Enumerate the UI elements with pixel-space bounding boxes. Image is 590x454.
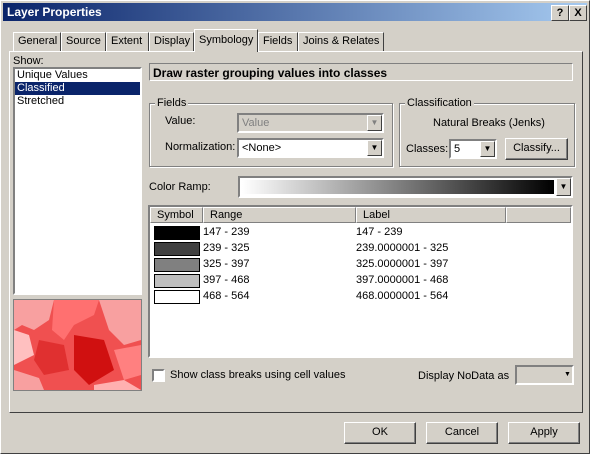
chevron-down-icon: ▼ [367,140,382,156]
value-label: Value: [165,115,196,127]
class-rows: 147 - 239 147 - 239 239 - 325 239.0000001 -… [150,225,571,305]
list-item-stretched[interactable]: Stretched [15,95,140,108]
tab-joins-relates[interactable]: Joins & Relates [298,32,384,51]
tab-extent[interactable]: Extent [106,32,149,51]
value-dropdown-text: Value [242,117,270,129]
help-button[interactable]: ? [551,5,569,21]
table-row[interactable]: 239 - 325 239.0000001 - 325 [150,241,571,257]
nodata-label: Display NoData as [418,370,510,382]
table-row[interactable]: 397 - 468 397.0000001 - 468 [150,273,571,289]
table-row[interactable]: 468 - 564 468.0000001 - 564 [150,289,571,305]
chevron-down-icon: ▼ [556,178,571,196]
class-table: Symbol Range Label 147 - 239 147 - 239 239… [148,205,573,358]
show-breaks-checkbox[interactable] [152,369,165,382]
symbol-swatch[interactable] [154,274,200,288]
tab-display[interactable]: Display [149,32,194,51]
label-cell: 468.0000001 - 564 [356,290,449,302]
value-dropdown[interactable]: Value ▼ [237,113,384,133]
col-header-symbol[interactable]: Symbol [150,207,203,223]
label-cell: 325.0000001 - 397 [356,258,449,270]
preview-image [13,299,142,391]
table-row[interactable]: 147 - 239 147 - 239 [150,225,571,241]
symbol-swatch[interactable] [154,242,200,256]
label-cell: 147 - 239 [356,226,403,238]
chevron-down-icon: ▼ [564,371,571,378]
col-header-label[interactable]: Label [356,207,506,223]
show-label: Show: [13,55,44,67]
symbol-swatch[interactable] [154,290,200,304]
tab-symbology[interactable]: Symbology [194,29,258,52]
title-bar: Layer Properties ? X [3,3,587,21]
tab-general[interactable]: General [13,32,61,51]
apply-button[interactable]: Apply [508,422,580,444]
dialog-title: Layer Properties [7,5,102,19]
heading-box: Draw raster grouping values into classes [149,63,573,81]
range-cell: 239 - 325 [203,242,250,254]
table-row[interactable]: 325 - 397 325.0000001 - 397 [150,257,571,273]
tab-source[interactable]: Source [61,32,106,51]
fields-group-title: Fields [155,97,189,109]
ok-button[interactable]: OK [344,422,416,444]
normalization-dropdown-text: <None> [242,142,282,154]
range-cell: 397 - 468 [203,274,250,286]
close-button[interactable]: X [569,5,587,21]
layer-properties-dialog: Layer Properties ? X General Source Exte… [0,0,590,454]
nodata-color-dropdown[interactable]: ▼ [515,365,574,385]
range-cell: 468 - 564 [203,290,250,302]
chevron-down-icon: ▼ [480,141,495,157]
label-cell: 239.0000001 - 325 [356,242,449,254]
list-item-unique-values[interactable]: Unique Values [15,69,140,82]
classification-group-title: Classification [405,97,474,109]
chevron-down-icon: ▼ [367,115,382,131]
show-breaks-label: Show class breaks using cell values [170,369,346,381]
range-cell: 147 - 239 [203,226,250,238]
normalization-label: Normalization: [165,141,236,153]
cancel-button[interactable]: Cancel [426,422,498,444]
symbol-swatch[interactable] [154,226,200,240]
list-item-classified[interactable]: Classified [15,82,140,95]
color-ramp-label: Color Ramp: [149,181,211,193]
label-cell: 397.0000001 - 468 [356,274,449,286]
color-ramp-gradient [242,180,554,194]
classes-label: Classes: [406,143,449,155]
tab-fields[interactable]: Fields [258,32,298,51]
symbol-swatch[interactable] [154,258,200,272]
col-header-blank [506,207,571,223]
classify-button[interactable]: Classify... [505,138,568,160]
classes-dropdown[interactable]: 5 ▼ [449,139,497,159]
range-cell: 325 - 397 [203,258,250,270]
col-header-range[interactable]: Range [203,207,356,223]
color-ramp-dropdown[interactable]: ▼ [238,176,573,198]
classes-dropdown-text: 5 [454,143,461,155]
classification-method: Natural Breaks (Jenks) [433,117,545,129]
normalization-dropdown[interactable]: <None> ▼ [237,138,384,158]
heading-text: Draw raster grouping values into classes [153,66,388,80]
renderer-list: Unique Values Classified Stretched [13,67,142,295]
